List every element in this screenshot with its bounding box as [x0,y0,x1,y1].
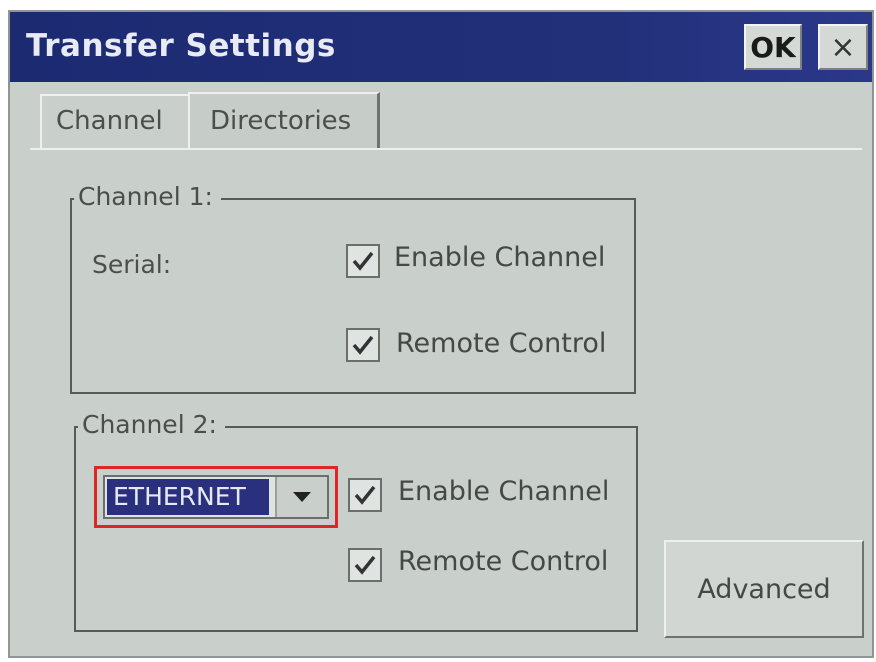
tab-channel-label: Channel [56,106,163,136]
dialog-title: Transfer Settings [26,28,336,64]
chevron-down-icon [293,492,311,502]
dropdown-button[interactable] [275,477,327,517]
channel1-legend: Channel 1: [74,182,221,211]
checkmark-icon [354,485,376,505]
transfer-settings-dialog: Transfer Settings OK × Channel Directori… [8,10,874,658]
channel2-remote-label[interactable]: Remote Control [398,546,608,577]
channel2-type-select-box[interactable]: ETHERNET [103,475,329,519]
channel1-enable-checkbox[interactable] [346,244,380,278]
channel1-remote-label[interactable]: Remote Control [396,328,606,359]
tab-directories-label: Directories [210,106,352,136]
close-icon: × [830,29,856,65]
channel1-type-label: Serial: [92,250,172,279]
tab-directories[interactable]: Directories [188,92,380,148]
channel2-group [74,426,638,632]
channel2-enable-label[interactable]: Enable Channel [398,476,609,507]
title-bar: Transfer Settings OK × [10,12,872,82]
close-button[interactable]: × [818,24,868,70]
channel1-remote-checkbox[interactable] [346,328,380,362]
tab-channel[interactable]: Channel [40,94,190,150]
checkmark-icon [352,335,374,355]
channel2-type-value: ETHERNET [107,479,269,515]
channel1-enable-label[interactable]: Enable Channel [394,242,605,273]
channel2-remote-checkbox[interactable] [348,548,382,582]
channel1-group [70,198,636,394]
channel2-legend: Channel 2: [78,410,225,439]
checkmark-icon [354,555,376,575]
advanced-button[interactable]: Advanced [664,540,864,638]
channel2-enable-checkbox[interactable] [348,478,382,512]
ok-button[interactable]: OK [744,24,802,70]
checkmark-icon [352,251,374,271]
channel2-type-select[interactable]: ETHERNET [94,466,338,528]
